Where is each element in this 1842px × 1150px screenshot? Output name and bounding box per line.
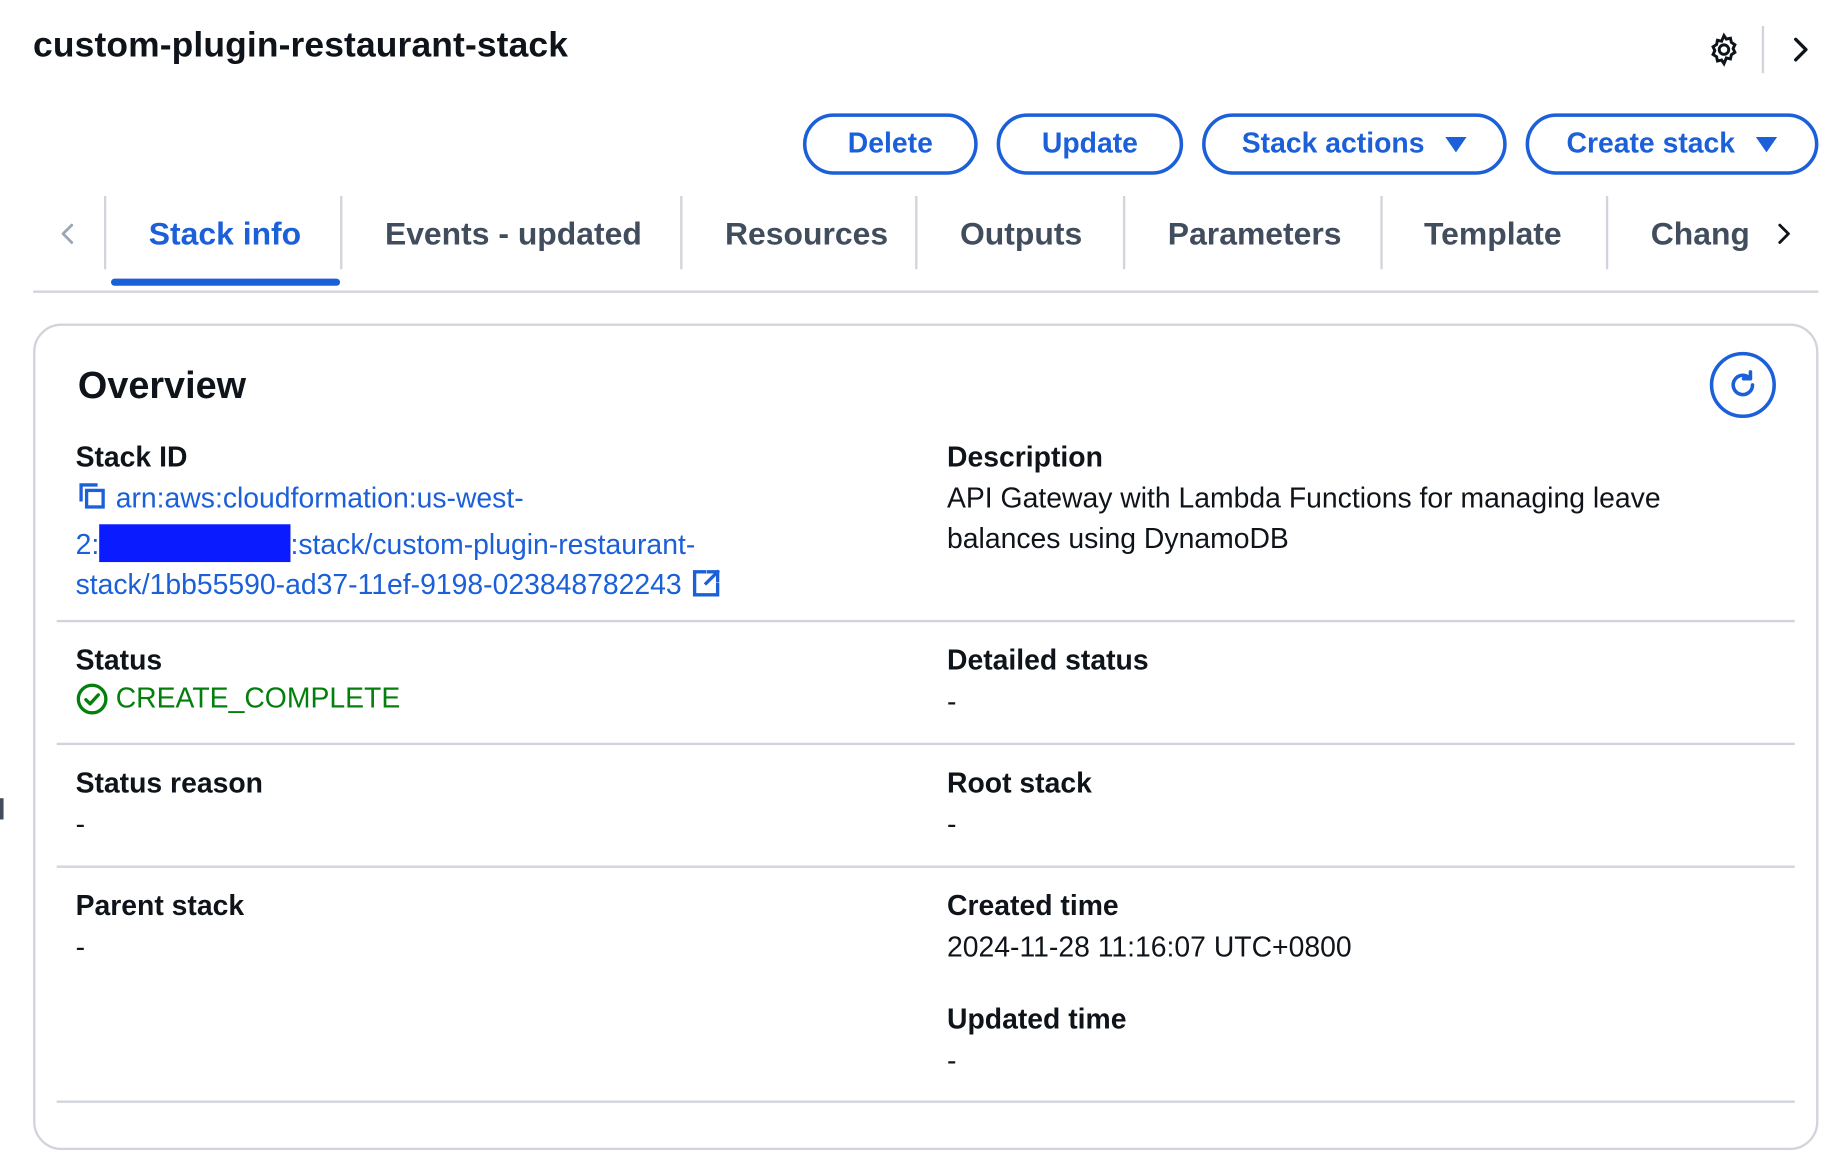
- header-divider: [1761, 25, 1765, 74]
- caret-down-icon: [1756, 136, 1778, 152]
- copy-stack-id-button[interactable]: [76, 479, 109, 524]
- tab-bar: Stack info Events - updated Resources Ou…: [33, 194, 1819, 293]
- created-time-label: Created time: [947, 890, 1119, 923]
- status-indicator: CREATE_COMPLETE: [76, 683, 401, 716]
- tab-label: Stack info: [148, 215, 302, 251]
- stack-id-link-line-3[interactable]: stack/1bb55590-ad37-11ef-9198-0238487822…: [76, 569, 682, 601]
- tab-separator: [1605, 196, 1609, 270]
- tab-separator: [103, 196, 107, 270]
- updated-time-label: Updated time: [947, 1003, 1127, 1036]
- root-stack-value: -: [947, 808, 957, 841]
- stack-id-link-line-2-suffix[interactable]: :stack/custom-plugin-restaurant-: [290, 529, 695, 561]
- stack-actions-label: Stack actions: [1241, 127, 1425, 160]
- updated-time-value: -: [947, 1045, 957, 1077]
- status-reason-label: Status reason: [75, 767, 263, 800]
- caret-down-icon: [1445, 136, 1467, 152]
- tab-events[interactable]: Events - updated: [385, 194, 642, 274]
- row-divider: [56, 865, 1795, 868]
- active-tab-indicator: [110, 278, 341, 286]
- tab-label: Chang: [1650, 215, 1748, 251]
- description-value: API Gateway with Lambda Functions for ma…: [947, 482, 1661, 555]
- check-circle-icon: [76, 683, 108, 715]
- description-label: Description: [947, 441, 1103, 474]
- tab-label: Events - updated: [384, 215, 642, 251]
- tab-list: Stack info Events - updated Resources Ou…: [103, 194, 1748, 291]
- collapse-panel-button[interactable]: [1776, 26, 1823, 73]
- tab-parameters[interactable]: Parameters: [1168, 194, 1342, 274]
- status-reason-value: -: [75, 808, 86, 841]
- tab-outputs[interactable]: Outputs: [960, 194, 1082, 274]
- row-divider: [56, 742, 1795, 746]
- tab-resources[interactable]: Resources: [725, 194, 888, 274]
- tab-label: Template: [1424, 215, 1562, 251]
- tab-separator: [340, 196, 343, 270]
- tab-stack-info[interactable]: Stack info: [149, 194, 301, 274]
- stack-id-label: Stack ID: [75, 441, 188, 474]
- external-link-icon: [693, 569, 721, 597]
- stack-detail-page: custom-plugin-restaurant-stack Delete Up…: [0, 0, 1842, 1150]
- stack-actions-dropdown[interactable]: Stack actions: [1202, 113, 1507, 175]
- create-stack-label: Create stack: [1566, 127, 1736, 160]
- window-edge-marker: [0, 798, 4, 820]
- status-label: Status: [75, 644, 163, 677]
- root-stack-label: Root stack: [947, 767, 1092, 800]
- refresh-icon: [1731, 370, 1755, 397]
- tab-label: Resources: [725, 215, 889, 251]
- redacted-account-id: [99, 524, 291, 563]
- tab-separator: [1122, 196, 1126, 270]
- update-button-label: Update: [1041, 127, 1138, 160]
- stack-id-value: arn:aws:cloudformation:us-west- 2: :stack…: [76, 479, 784, 610]
- tab-separator: [915, 196, 918, 270]
- stack-id-link-line-1[interactable]: arn:aws:cloudformation:us-west-: [116, 483, 524, 515]
- overview-heading: Overview: [77, 363, 246, 407]
- tab-scroll-left-button[interactable]: [47, 210, 90, 258]
- create-stack-dropdown[interactable]: Create stack: [1525, 113, 1819, 175]
- tab-scroll-right-button[interactable]: [1761, 210, 1805, 258]
- parent-stack-value: -: [75, 931, 86, 964]
- chevron-left-icon: [61, 223, 74, 244]
- tab-separator: [1380, 196, 1383, 270]
- open-external-button[interactable]: [691, 568, 722, 611]
- tab-change-sets[interactable]: Chang: [1651, 194, 1748, 274]
- tab-label: Parameters: [1167, 215, 1342, 251]
- copy-icon: [79, 483, 105, 509]
- stack-id-link-line-2-prefix[interactable]: 2:: [76, 529, 100, 561]
- detailed-status-label: Detailed status: [947, 644, 1149, 677]
- tab-separator: [680, 196, 683, 270]
- chevron-right-icon: [1794, 37, 1808, 62]
- delete-button-label: Delete: [847, 127, 933, 160]
- delete-button[interactable]: Delete: [802, 113, 978, 175]
- created-time-value: 2024-11-28 11:16:07 UTC+0800: [947, 931, 1352, 964]
- parent-stack-label: Parent stack: [75, 890, 245, 923]
- gear-icon: [1711, 32, 1737, 67]
- row-divider: [56, 1100, 1795, 1103]
- status-value: CREATE_COMPLETE: [115, 682, 401, 715]
- top-icons: [1700, 25, 1823, 74]
- chevron-right-icon: [1778, 223, 1790, 244]
- stack-actions-toolbar: Delete Update Stack actions Create stack: [802, 113, 1819, 175]
- refresh-button[interactable]: [1709, 351, 1776, 419]
- detailed-status-value: -: [947, 686, 957, 718]
- tab-label: Outputs: [959, 215, 1083, 251]
- row-divider: [56, 619, 1795, 623]
- update-button[interactable]: Update: [996, 113, 1184, 175]
- tab-template[interactable]: Template: [1424, 194, 1562, 274]
- page-title: custom-plugin-restaurant-stack: [33, 25, 569, 65]
- overview-panel: Overview Stack ID arn:aws:cloudformation…: [33, 323, 1819, 1150]
- settings-button[interactable]: [1700, 26, 1747, 73]
